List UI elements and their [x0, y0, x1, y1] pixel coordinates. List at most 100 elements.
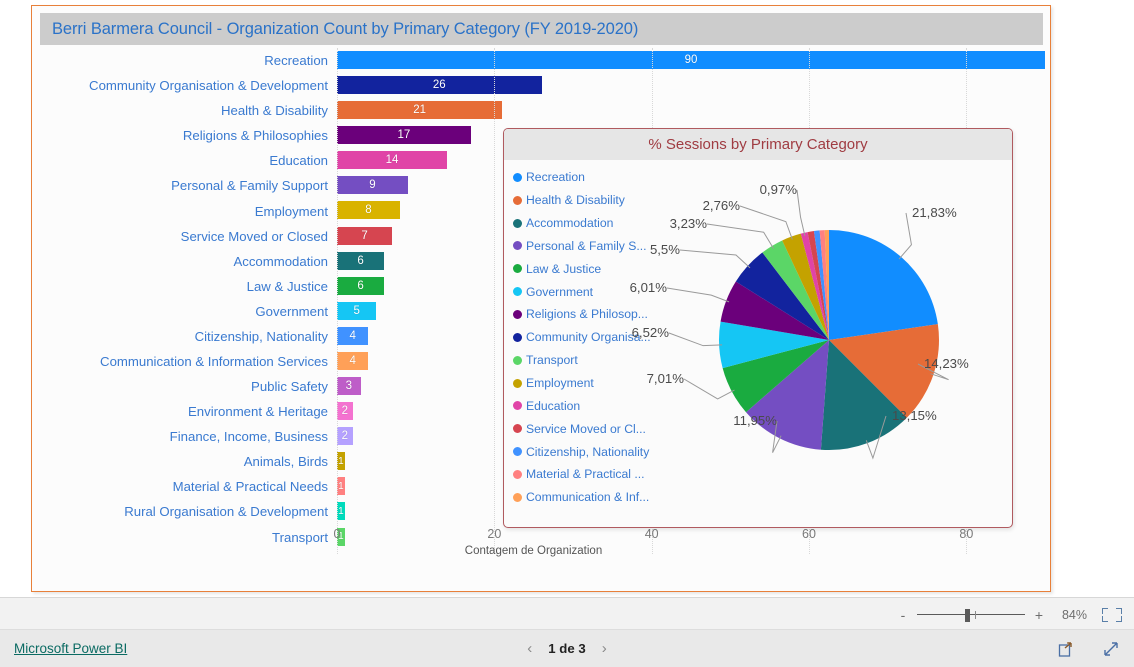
pie-percent-label: 5,5% [649, 242, 680, 257]
bar-category-label: Communication & Information Services [100, 353, 328, 369]
status-bar: - + 84% [0, 597, 1134, 630]
page-title: Berri Barmera Council - Organization Cou… [52, 19, 639, 38]
bar-rect[interactable]: 5 [337, 301, 377, 320]
pie-percent-label: 3,23% [669, 216, 707, 231]
pie-leader-line [683, 378, 735, 400]
zoom-slider[interactable] [917, 608, 1025, 622]
x-axis-title-text: Contagem de Organization [464, 545, 603, 557]
bar-value-label: 7 [361, 229, 368, 242]
bar-rect[interactable]: 2 [337, 427, 353, 446]
pie-percent-label: 6,01% [629, 280, 667, 295]
bar-category-label: Government [255, 303, 328, 319]
bar-value-label: 5 [353, 304, 360, 317]
bar-rect[interactable]: 9 [337, 176, 408, 195]
bar-rect[interactable]: 7 [337, 226, 393, 245]
bar-rect[interactable]: 1 [337, 502, 345, 521]
bar-row[interactable]: Community Organisation & Development 26 [40, 73, 1043, 98]
bar-value-label: 8 [365, 204, 372, 217]
bar-row[interactable]: Recreation 90 [40, 48, 1045, 73]
report-footer: Microsoft Power BI ‹ 1 de 3 › [0, 630, 1134, 667]
zoom-slider-rail [917, 613, 1025, 615]
bar-value-label: 9 [369, 179, 376, 192]
bar-row[interactable]: Health & Disability 21 [40, 98, 1043, 123]
bar-track: 26 [337, 73, 1043, 98]
pie-leader-line [679, 249, 751, 269]
bar-category-label: Public Safety [251, 379, 328, 395]
bar-rect[interactable]: 21 [337, 101, 503, 120]
bar-value-label: 3 [345, 380, 352, 393]
bar-category-label: Law & Justice [246, 278, 328, 294]
gridline [494, 48, 496, 554]
bar-rect[interactable]: 90 [337, 51, 1045, 69]
bar-category-label: Citizenship, Nationality [194, 328, 328, 344]
bar-rect[interactable]: 26 [337, 76, 542, 95]
bar-category-label: Accommodation [233, 253, 328, 269]
pie-percent-label: 13,15% [892, 408, 937, 423]
x-axis-tick: 60 [802, 527, 816, 541]
pie-leader-line [898, 212, 912, 260]
bar-rect[interactable]: 17 [337, 126, 471, 145]
bar-value-label: 6 [357, 279, 364, 292]
bar-value-label: 6 [357, 254, 364, 267]
bar-rect[interactable]: 8 [337, 201, 400, 220]
zoom-slider-thumb[interactable] [965, 608, 970, 622]
bar-rect[interactable]: 1 [337, 477, 345, 496]
pie-percent-label: 21,83% [912, 205, 957, 220]
bar-category-label: Employment [254, 203, 328, 219]
bar-value-label: 4 [349, 354, 356, 367]
bar-value-label: 90 [684, 54, 698, 66]
next-page-button[interactable]: › [602, 640, 607, 657]
zoom-controls[interactable]: - + 84% [898, 598, 1122, 631]
zoom-in-button[interactable]: + [1034, 607, 1044, 623]
pie-chart-body: Recreation Health & Disability Accommodati… [504, 160, 1012, 527]
bar-value-label: 2 [341, 405, 349, 418]
x-axis-tick: 80 [959, 527, 974, 541]
bar-category-label: Environment & Heritage [187, 404, 328, 420]
x-axis-tick: 20 [487, 527, 502, 541]
pie-chart-visual[interactable]: % Sessions by Primary Category Recreatio… [503, 128, 1013, 528]
footer-actions [1058, 630, 1120, 667]
fullscreen-icon[interactable] [1102, 640, 1120, 658]
bar-category-label: Service Moved or Closed [180, 228, 328, 244]
bar-value-label: 21 [413, 104, 426, 117]
page-indicator: 1 de 3 [548, 641, 586, 656]
bar-rect[interactable]: 4 [337, 326, 369, 345]
share-icon[interactable] [1058, 640, 1076, 658]
pie-leader-line [666, 287, 730, 303]
bar-category-label: Rural Organisation & Development [124, 504, 328, 520]
pie-chart-title: % Sessions by Primary Category [648, 136, 868, 153]
report-page: Berri Barmera Council - Organization Cou… [0, 0, 1134, 667]
fit-to-page-icon[interactable] [1102, 607, 1122, 622]
pie-percent-label: 11,95% [733, 413, 777, 428]
bar-rect[interactable]: 6 [337, 276, 385, 295]
bar-rect[interactable]: 4 [337, 351, 369, 370]
pie-leader-line [668, 332, 723, 347]
bar-rect[interactable]: 14 [337, 151, 448, 170]
pie-leader-line [739, 205, 793, 240]
previous-page-button[interactable]: ‹ [527, 640, 532, 657]
bar-category-label: Personal & Family Support [171, 178, 328, 194]
x-axis-title: Contagem de Organization [40, 545, 1043, 557]
bar-category-label: Material & Practical Needs [172, 479, 328, 495]
zoom-level-label: 84% [1061, 607, 1087, 622]
bar-rect[interactable]: 2 [337, 402, 353, 421]
bar-category-label: Education [269, 153, 328, 169]
pie-slice[interactable] [829, 230, 938, 340]
bar-category-label: Finance, Income, Business [169, 429, 328, 445]
pie-percent-label: 0,97% [759, 182, 797, 197]
bar-category-label: Animals, Birds [243, 454, 328, 470]
visual-header: Berri Barmera Council - Organization Cou… [40, 13, 1043, 45]
pie-chart-header: % Sessions by Primary Category [504, 129, 1012, 160]
pie-percent-label: 7,01% [646, 371, 684, 386]
x-axis-tick: 0 [333, 527, 341, 541]
pie-percent-label: 6,52% [631, 325, 669, 340]
zoom-out-button[interactable]: - [898, 607, 908, 623]
bar-value-label: 14 [385, 154, 399, 167]
pie-leader-line [706, 223, 774, 249]
bar-rect[interactable]: 3 [337, 377, 361, 396]
bar-value-label: 26 [432, 79, 446, 92]
bar-rect[interactable]: 6 [337, 251, 385, 270]
bar-value-label: 2 [341, 430, 349, 443]
bar-rect[interactable]: 1 [337, 452, 345, 471]
bar-value-label: 1 [338, 455, 344, 467]
